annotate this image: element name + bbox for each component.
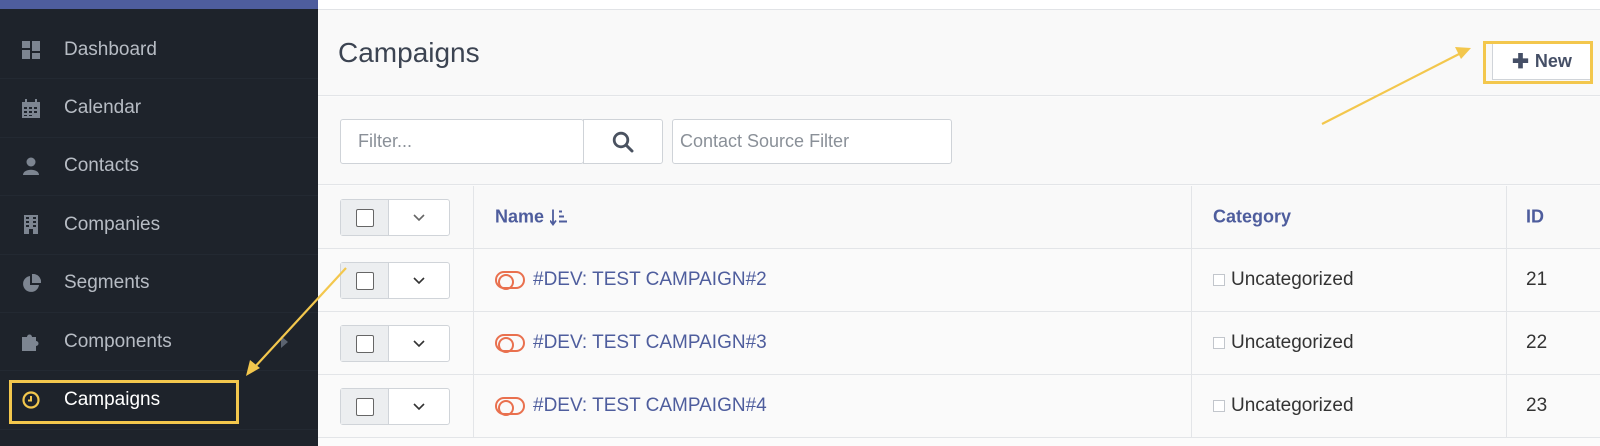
app-window: Dashboard Calendar Contacts Companies Se…	[0, 0, 1600, 446]
expand-caret-icon[interactable]	[281, 335, 288, 348]
row-select-group	[340, 325, 450, 362]
campaigns-highlight-box	[9, 380, 239, 424]
category-column-header[interactable]: Category	[1213, 207, 1291, 228]
contact-source-filter[interactable]: Contact Source Filter	[672, 119, 952, 164]
building-icon	[21, 215, 41, 235]
name-column-header[interactable]: Name	[495, 207, 568, 228]
table-row: #DEV: TEST CAMPAIGN#4 Uncategorized 23	[318, 375, 1600, 438]
user-icon	[21, 156, 41, 176]
category-label: Uncategorized	[1231, 395, 1354, 416]
column-separator	[473, 249, 474, 311]
chevron-down-icon	[413, 276, 425, 284]
page-title: Campaigns	[338, 37, 480, 68]
column-separator	[1506, 375, 1507, 437]
campaign-name-cell: #DEV: TEST CAMPAIGN#3	[495, 332, 767, 354]
chevron-down-icon	[413, 402, 425, 410]
publish-toggle-icon[interactable]	[495, 397, 525, 416]
table-row: #DEV: TEST CAMPAIGN#3 Uncategorized 22	[318, 312, 1600, 375]
column-separator	[1506, 312, 1507, 374]
column-separator	[1191, 312, 1192, 374]
campaign-name-link[interactable]: #DEV: TEST CAMPAIGN#2	[533, 269, 767, 291]
sidebar-top-bar	[0, 0, 318, 9]
sidebar-item-companies[interactable]: Companies	[0, 196, 318, 255]
sidebar-item-label: Contacts	[64, 155, 139, 177]
top-bar	[318, 0, 1600, 10]
row-actions-dropdown[interactable]	[389, 326, 449, 361]
row-actions-dropdown[interactable]	[389, 263, 449, 298]
sidebar-item-label: Companies	[64, 213, 161, 235]
id-cell: 22	[1526, 332, 1548, 353]
publish-toggle-icon[interactable]	[495, 334, 525, 353]
bulk-actions-dropdown[interactable]	[389, 200, 449, 235]
campaign-name-cell: #DEV: TEST CAMPAIGN#4	[495, 395, 767, 417]
column-separator	[473, 312, 474, 374]
column-separator	[1191, 186, 1192, 248]
table-header-row: Name Category ID	[318, 186, 1600, 249]
category-cell: Uncategorized	[1213, 395, 1354, 417]
id-cell: 23	[1526, 395, 1548, 416]
pie-chart-icon	[21, 273, 41, 293]
sidebar-item-calendar[interactable]: Calendar	[0, 79, 318, 138]
column-separator	[473, 375, 474, 437]
category-label: Uncategorized	[1231, 269, 1354, 290]
column-separator	[1191, 249, 1192, 311]
row-select-group	[340, 262, 450, 299]
row-select-cell	[341, 263, 389, 298]
column-separator	[1506, 249, 1507, 311]
row-select-group	[340, 388, 450, 425]
row-checkbox[interactable]	[355, 334, 374, 353]
sidebar-item-components[interactable]: Components	[0, 313, 318, 372]
category-cell: Uncategorized	[1213, 332, 1354, 354]
main-content: Campaigns ✚ New Contact Source Filter	[318, 0, 1600, 446]
dashboard-icon	[21, 40, 41, 60]
row-actions-dropdown[interactable]	[389, 389, 449, 424]
select-all-group	[340, 199, 450, 236]
search-button[interactable]	[583, 119, 663, 164]
sidebar-item-label: Segments	[64, 272, 150, 294]
chevron-down-icon	[413, 213, 425, 221]
campaign-name-link[interactable]: #DEV: TEST CAMPAIGN#3	[533, 332, 767, 354]
name-header-label: Name	[495, 206, 545, 227]
select-all-cell	[341, 200, 389, 235]
column-separator	[1506, 186, 1507, 248]
sidebar-item-label: Dashboard	[64, 38, 157, 60]
puzzle-icon	[21, 332, 41, 352]
sidebar-nav: Dashboard Calendar Contacts Companies Se…	[0, 21, 318, 430]
category-cell: Uncategorized	[1213, 269, 1354, 291]
publish-toggle-icon[interactable]	[495, 271, 525, 290]
sort-ascending-icon	[550, 209, 568, 226]
new-highlight-box	[1483, 41, 1593, 84]
column-separator	[473, 186, 474, 248]
table-row: #DEV: TEST CAMPAIGN#2 Uncategorized 21	[318, 249, 1600, 312]
select-all-checkbox[interactable]	[355, 208, 374, 227]
calendar-icon	[21, 98, 41, 118]
sidebar-item-dashboard[interactable]: Dashboard	[0, 21, 318, 80]
sidebar-item-segments[interactable]: Segments	[0, 255, 318, 313]
id-cell: 21	[1526, 269, 1548, 290]
page-header: Campaigns ✚ New	[318, 10, 1600, 96]
row-checkbox[interactable]	[355, 271, 374, 290]
campaign-name-link[interactable]: #DEV: TEST CAMPAIGN#4	[533, 395, 767, 417]
column-separator	[1191, 375, 1192, 437]
filter-input[interactable]	[342, 121, 580, 162]
category-color-swatch	[1213, 274, 1225, 286]
sidebar-item-contacts[interactable]: Contacts	[0, 138, 318, 197]
search-icon	[612, 131, 634, 152]
category-color-swatch	[1213, 337, 1225, 349]
filter-bar: Contact Source Filter	[318, 97, 1600, 185]
category-label: Uncategorized	[1231, 332, 1354, 353]
id-column-header[interactable]: ID	[1526, 207, 1544, 228]
sidebar-item-label: Calendar	[64, 97, 142, 119]
row-select-cell	[341, 326, 389, 361]
row-checkbox[interactable]	[355, 397, 374, 416]
campaigns-table: Name Category ID #DEV: TEST CAMPAIGN#2 U…	[318, 186, 1600, 438]
campaign-name-cell: #DEV: TEST CAMPAIGN#2	[495, 269, 767, 291]
sidebar-item-label: Components	[64, 330, 172, 352]
chevron-down-icon	[413, 339, 425, 347]
row-select-cell	[341, 389, 389, 424]
sidebar: Dashboard Calendar Contacts Companies Se…	[0, 0, 318, 446]
filter-box	[340, 119, 584, 164]
category-color-swatch	[1213, 400, 1225, 412]
